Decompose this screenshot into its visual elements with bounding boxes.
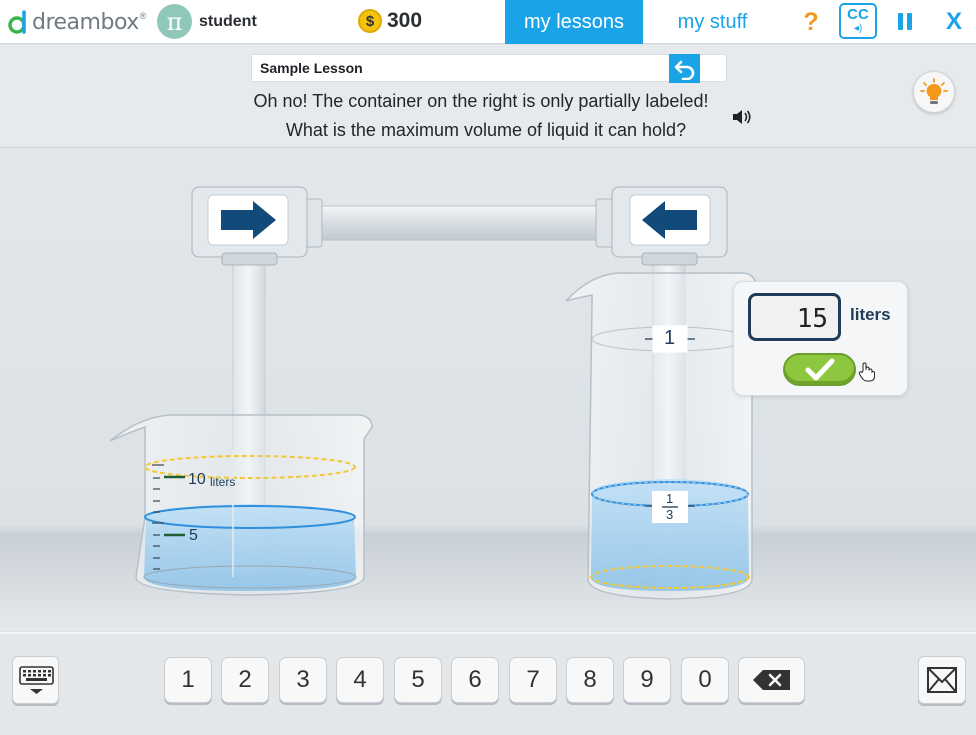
dreambox-d-icon bbox=[8, 10, 26, 34]
answer-input[interactable]: 15 bbox=[748, 293, 841, 341]
lesson-title-bar: Sample Lesson bbox=[251, 54, 727, 83]
left-beaker-mark-5: 5 bbox=[189, 527, 198, 544]
undo-button[interactable] bbox=[669, 54, 700, 83]
key-7[interactable]: 7 bbox=[509, 657, 557, 703]
right-beaker-mark-1: 1 bbox=[664, 327, 676, 349]
key-8[interactable]: 8 bbox=[566, 657, 614, 703]
key-1[interactable]: 1 bbox=[164, 657, 212, 703]
left-beaker-mark-unit: liters bbox=[210, 475, 236, 489]
lesson-header: Sample Lesson Oh no! The container on th… bbox=[0, 45, 976, 148]
checkmark-icon bbox=[805, 358, 834, 380]
right-beaker-fraction-numerator: 1 bbox=[666, 491, 674, 506]
key-0[interactable]: 0 bbox=[681, 657, 729, 703]
backspace-button[interactable] bbox=[738, 657, 805, 703]
key-4[interactable]: 4 bbox=[336, 657, 384, 703]
keyboard-toggle-button[interactable] bbox=[12, 656, 59, 704]
lesson-title: Sample Lesson bbox=[260, 60, 363, 76]
speaker-icon[interactable] bbox=[732, 109, 752, 125]
hint-button[interactable] bbox=[913, 71, 955, 113]
right-beaker-fraction-denominator: 3 bbox=[666, 507, 674, 522]
tab-my-lessons[interactable]: my lessons bbox=[505, 0, 643, 44]
key-2[interactable]: 2 bbox=[221, 657, 269, 703]
cc-label: CC bbox=[847, 6, 869, 23]
answer-popup: 15 liters bbox=[733, 281, 908, 396]
key-3[interactable]: 3 bbox=[279, 657, 327, 703]
answer-unit: liters bbox=[850, 305, 891, 324]
coin-balance: $ 300 bbox=[358, 9, 422, 33]
username: student bbox=[199, 13, 257, 30]
closed-captions-button[interactable]: CC ◂) bbox=[839, 3, 877, 39]
envelope-icon bbox=[927, 667, 957, 693]
instruction-line-1: Oh no! The container on the right is onl… bbox=[253, 91, 709, 111]
lightbulb-icon bbox=[920, 78, 948, 104]
submit-check-button[interactable] bbox=[783, 353, 856, 386]
close-button[interactable]: X bbox=[944, 8, 964, 36]
tab-my-stuff[interactable]: my stuff bbox=[660, 0, 765, 44]
key-5[interactable]: 5 bbox=[394, 657, 442, 703]
pause-button[interactable] bbox=[898, 13, 912, 30]
keypad-bar: 1 2 3 4 5 6 7 8 9 0 bbox=[0, 632, 976, 735]
keyboard-icon bbox=[19, 666, 54, 694]
help-button[interactable]: ? bbox=[800, 8, 822, 36]
undo-arrow-icon bbox=[674, 60, 694, 80]
logo-text: dreambox bbox=[32, 9, 139, 35]
avatar[interactable]: π bbox=[157, 4, 192, 39]
dreambox-logo: dreambox ® bbox=[8, 9, 146, 35]
backspace-icon bbox=[752, 670, 790, 690]
instruction-line-2: What is the maximum volume of liquid it … bbox=[285, 120, 687, 140]
coin-count: 300 bbox=[387, 9, 423, 32]
left-beaker-mark-10: 10 bbox=[188, 471, 206, 488]
cc-speaker-icon: ◂) bbox=[853, 23, 863, 34]
coin-icon: $ bbox=[358, 9, 382, 33]
hand-pointer-icon bbox=[858, 362, 875, 382]
top-bar: dreambox ® π student $ 300 my lessons my… bbox=[0, 0, 976, 44]
logo-trademark: ® bbox=[139, 11, 147, 21]
send-button[interactable] bbox=[918, 656, 966, 704]
key-9[interactable]: 9 bbox=[623, 657, 671, 703]
key-6[interactable]: 6 bbox=[451, 657, 499, 703]
